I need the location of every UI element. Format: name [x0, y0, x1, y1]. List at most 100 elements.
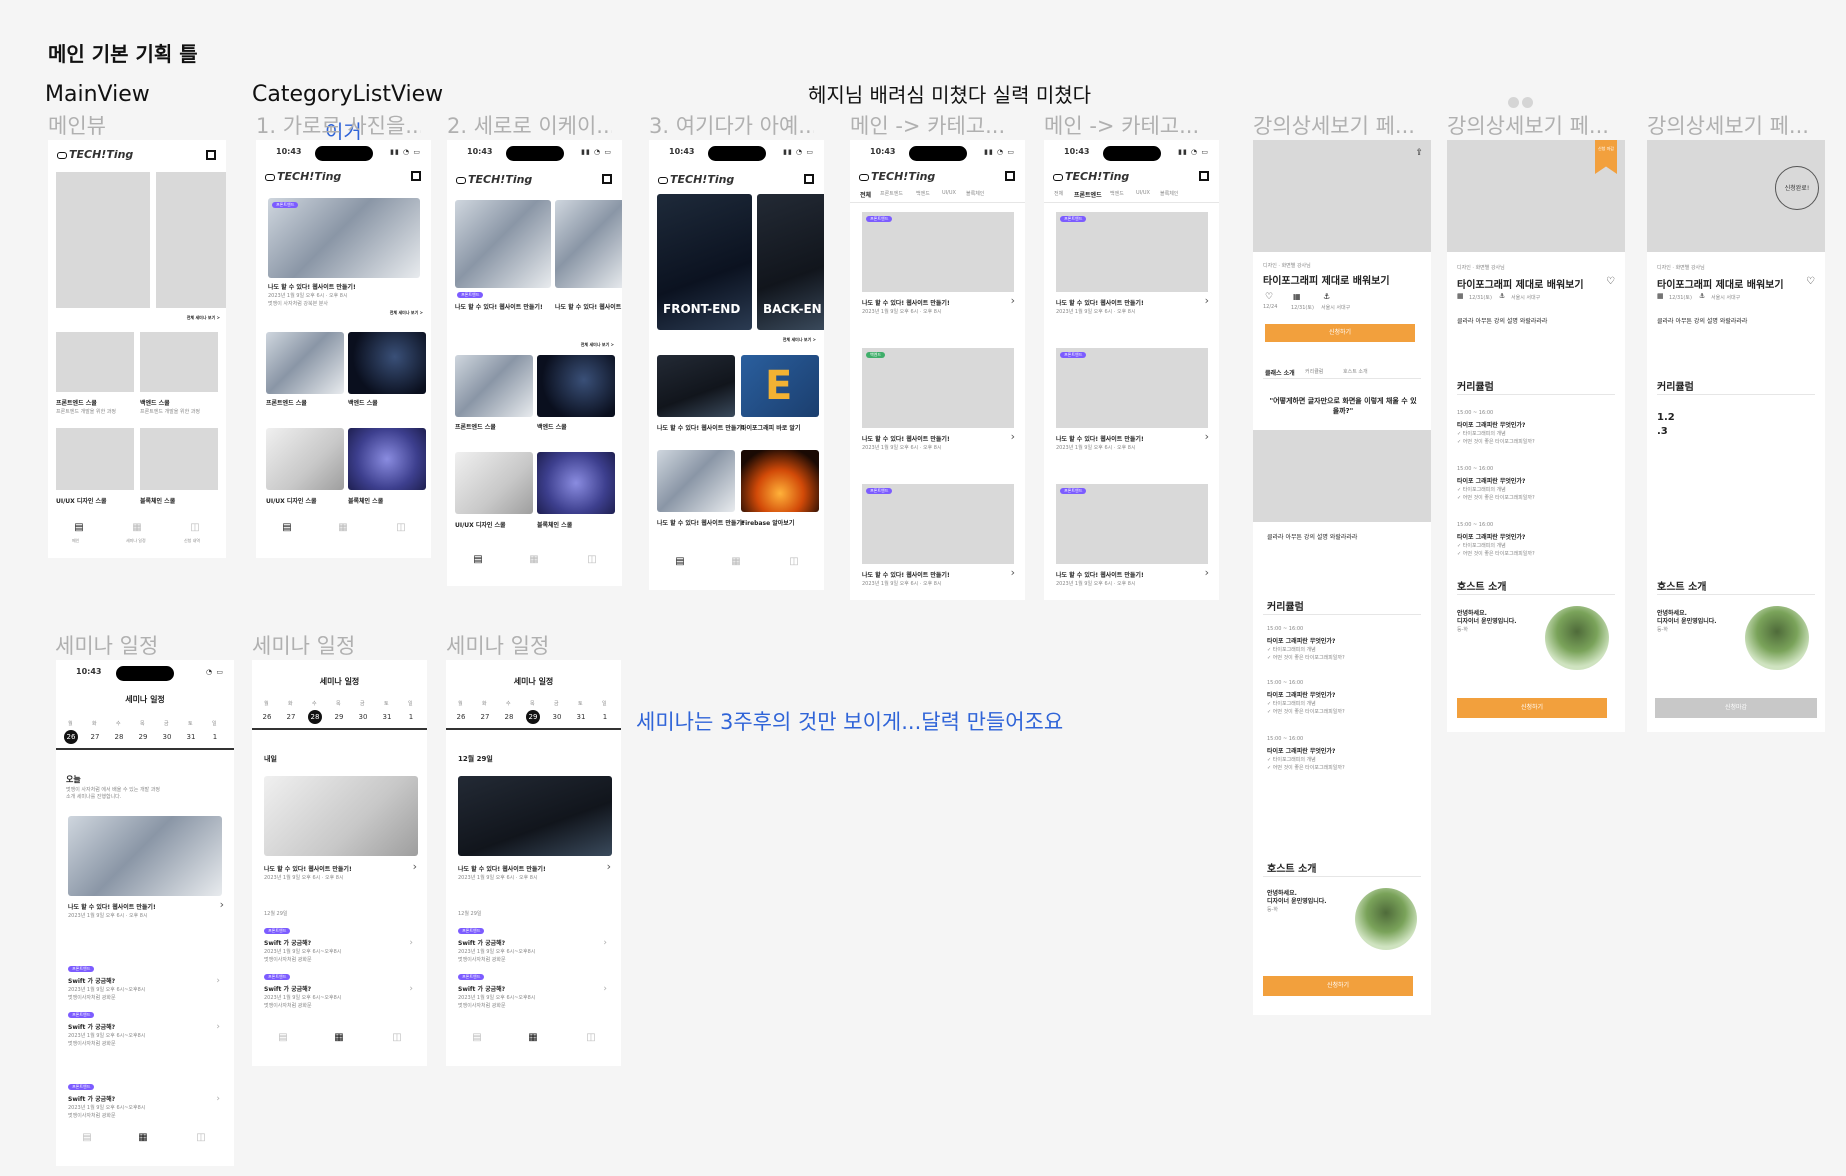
calendar-day[interactable]: 1 — [404, 710, 418, 724]
category-back[interactable]: 백엔드 스쿨 — [348, 398, 378, 407]
chevron-right-icon[interactable]: › — [1011, 430, 1015, 443]
banner-placeholder[interactable] — [156, 172, 226, 308]
category-thumb[interactable] — [56, 332, 134, 392]
card-placeholder[interactable] — [862, 484, 1014, 564]
category-thumb[interactable] — [266, 428, 344, 490]
swift-title[interactable]: Swift 가 궁금해? — [458, 938, 505, 947]
category-front[interactable]: 프론트엔드 스쿨 — [56, 398, 97, 407]
tab-block[interactable]: 블록체인 — [966, 190, 984, 197]
chevron-right-icon[interactable]: › — [1205, 430, 1209, 443]
category-uiux[interactable]: UI/UX 디자인 스쿨 — [56, 496, 107, 505]
swift-title[interactable]: Swift 가 궁금해? — [264, 984, 311, 993]
nav-apply-icon[interactable]: ◫ — [583, 554, 601, 565]
heart-icon[interactable]: ♡ — [1606, 276, 1615, 287]
tab-all[interactable]: 전체 — [860, 190, 871, 199]
tab-block[interactable]: 블록체인 — [1160, 190, 1178, 197]
nav-main-icon[interactable]: ▤ — [671, 556, 689, 567]
chevron-right-icon[interactable]: › — [413, 860, 417, 873]
banner-image[interactable] — [455, 200, 551, 288]
tab-all[interactable]: 전체 — [1054, 190, 1063, 197]
card-placeholder[interactable] — [862, 212, 1014, 292]
category-back[interactable]: 백엔드 스쿨 — [537, 422, 567, 431]
card-title[interactable]: 나도 할 수 있다! 웹사이트 만들기! — [657, 423, 745, 432]
swift-title[interactable]: Swift 가 궁금해? — [68, 1094, 115, 1103]
calendar-day[interactable]: 28 — [308, 710, 322, 724]
nav-main-icon[interactable]: ▤ — [278, 522, 296, 533]
nav-main-icon[interactable]: ▤ — [469, 554, 487, 565]
chevron-right-icon[interactable]: › — [216, 1094, 220, 1104]
calendar-day[interactable]: 26 — [260, 710, 274, 724]
calendar-day[interactable]: 31 — [574, 710, 588, 724]
tab-host[interactable]: 호스트 소개 — [1343, 368, 1368, 375]
qr-icon[interactable] — [206, 150, 216, 160]
hero-backend[interactable]: BACK-EN — [757, 194, 824, 330]
card-title[interactable]: 나도 할 수 있다! 웹사이트 만들기! — [1056, 298, 1144, 307]
card-title[interactable]: 나도 할 수 있다! 웹사이트 만들기! — [555, 302, 622, 311]
calendar-day[interactable]: 29 — [332, 710, 346, 724]
apply-button[interactable]: 신청하기 — [1265, 324, 1415, 342]
card-title[interactable]: 나도 할 수 있다! 웹사이트 만들기! — [68, 902, 156, 911]
calendar-day[interactable]: 27 — [88, 730, 102, 744]
category-block[interactable]: 블록체인 스쿨 — [348, 496, 383, 505]
nav-seminar-icon[interactable]: ▦ — [525, 554, 543, 565]
calendar-day[interactable]: 1 — [208, 730, 222, 744]
card-title[interactable]: 나도 할 수 있다! 웹사이트 만들기! — [1056, 570, 1144, 579]
qr-icon[interactable] — [804, 174, 814, 184]
banner-placeholder[interactable] — [56, 172, 150, 308]
card-placeholder[interactable] — [1056, 484, 1208, 564]
category-back[interactable]: 백엔드 스쿨 — [140, 398, 170, 407]
see-all-link[interactable]: 전체 세미나 보기 > — [581, 342, 614, 348]
nav-seminar-icon[interactable]: ▦ — [128, 522, 146, 533]
calendar-day[interactable]: 27 — [478, 710, 492, 724]
category-uiux[interactable]: UI/UX 디자인 스쿨 — [455, 520, 506, 529]
tab-front[interactable]: 프론트엔드 — [1074, 190, 1102, 199]
nav-seminar-icon[interactable]: ▦ — [524, 1032, 542, 1043]
category-block[interactable]: 블록체인 스쿨 — [140, 496, 175, 505]
calendar-day[interactable]: 28 — [502, 710, 516, 724]
seminar-image[interactable] — [68, 816, 222, 896]
calendar-day[interactable]: 26 — [454, 710, 468, 724]
nav-apply-icon[interactable]: ◫ — [186, 522, 204, 533]
qr-icon[interactable] — [1005, 171, 1015, 181]
card-title[interactable]: 나도 할 수 있다! 웹사이트 만들기! — [458, 864, 546, 873]
apply-button[interactable]: 신청하기 — [1457, 698, 1607, 718]
tab-front[interactable]: 프론트엔드 — [880, 190, 903, 197]
card-placeholder[interactable] — [862, 348, 1014, 428]
card-title[interactable]: 나도 할 수 있다! 웹사이트 만들기! — [862, 570, 950, 579]
card-title-firebase[interactable]: Firebase 알아보기 — [741, 518, 794, 527]
nav-seminar-icon[interactable]: ▦ — [727, 556, 745, 567]
chevron-right-icon[interactable]: › — [216, 1022, 220, 1032]
category-thumb[interactable] — [455, 355, 533, 417]
calendar-day[interactable]: 28 — [112, 730, 126, 744]
category-thumb[interactable] — [266, 332, 344, 394]
calendar-day[interactable]: 30 — [356, 710, 370, 724]
card-title[interactable]: 나도 할 수 있다! 웹사이트 만들기! — [264, 864, 352, 873]
card-thumb[interactable] — [657, 450, 735, 512]
chevron-right-icon[interactable]: › — [220, 898, 224, 911]
qr-icon[interactable] — [602, 174, 612, 184]
tab-back[interactable]: 백엔드 — [1110, 190, 1124, 197]
chevron-right-icon[interactable]: › — [1205, 294, 1209, 307]
category-thumb[interactable] — [348, 332, 426, 394]
chevron-right-icon[interactable]: › — [216, 976, 220, 986]
card-thumb[interactable] — [741, 450, 819, 512]
calendar-day[interactable]: 29 — [136, 730, 150, 744]
nav-main-icon[interactable]: ▤ — [274, 1032, 292, 1043]
nav-main-icon[interactable]: ▤ — [70, 522, 88, 533]
heart-icon[interactable]: ♡ — [1806, 276, 1815, 287]
banner-image[interactable] — [555, 200, 622, 288]
see-all-link[interactable]: 전체 세미나 보기 > — [390, 310, 423, 316]
nav-main-icon[interactable]: ▤ — [468, 1032, 486, 1043]
card-thumb[interactable] — [657, 355, 735, 417]
nav-main-icon[interactable]: ▤ — [78, 1132, 96, 1143]
nav-seminar-icon[interactable]: ▦ — [330, 1032, 348, 1043]
chevron-right-icon[interactable]: › — [1011, 566, 1015, 579]
category-uiux[interactable]: UI/UX 디자인 스쿨 — [266, 496, 317, 505]
calendar-day[interactable]: 31 — [184, 730, 198, 744]
category-thumb[interactable] — [140, 428, 218, 490]
chevron-right-icon[interactable]: › — [409, 984, 413, 994]
tab-curriculum[interactable]: 커리큘럼 — [1305, 368, 1323, 375]
chevron-right-icon[interactable]: › — [607, 860, 611, 873]
category-block[interactable]: 블록체인 스쿨 — [537, 520, 572, 529]
swift-title[interactable]: Swift 가 궁금해? — [68, 1022, 115, 1031]
